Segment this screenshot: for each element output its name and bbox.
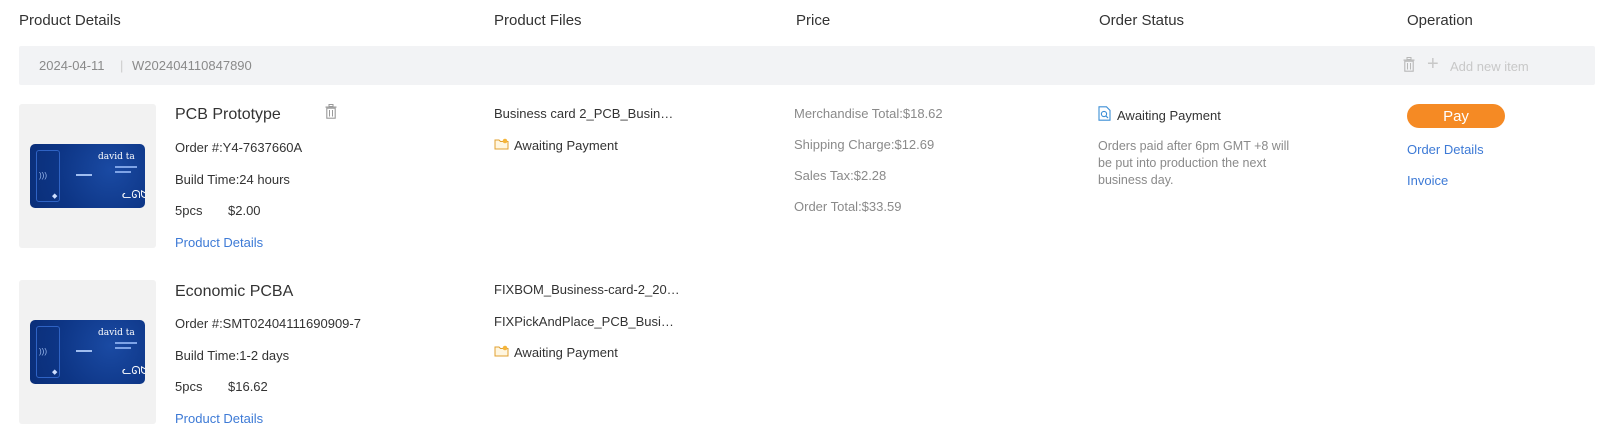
- trash-icon[interactable]: [1403, 57, 1415, 77]
- order-number-text: Order #:Y4-7637660A: [175, 140, 303, 155]
- build-time-text: Build Time:1-2 days: [175, 348, 290, 363]
- logo-icon: ◆: [52, 193, 58, 200]
- product-file-link[interactable]: FIXPickAndPlace_PCB_Busi…: [494, 314, 674, 329]
- sales-tax: Sales Tax:$2.28: [794, 168, 887, 183]
- file-status: Awaiting Payment: [494, 138, 618, 153]
- file-status-label: Awaiting Payment: [514, 138, 618, 153]
- product-thumbnail[interactable]: david ta ))) ◆ ᓚᘏᗢ: [19, 104, 156, 248]
- card-brand-text: david ta: [98, 152, 135, 162]
- card-brand-text: david ta: [98, 328, 135, 338]
- cat-icon: ᓚᘏᗢ: [122, 365, 145, 377]
- order-total: Order Total:$33.59: [794, 199, 902, 214]
- order-number-text: Order #:SMT02404111690909-7: [175, 316, 361, 331]
- quantity-text: 5pcs: [175, 203, 203, 218]
- order-status-label: Awaiting Payment: [1117, 107, 1221, 123]
- order-details-link[interactable]: Order Details: [1407, 142, 1484, 157]
- order-date: 2024-04-11: [39, 58, 105, 73]
- product-file-link[interactable]: FIXBOM_Business-card-2_20…: [494, 282, 680, 297]
- plus-icon[interactable]: +: [1427, 53, 1439, 76]
- invoice-link[interactable]: Invoice: [1407, 173, 1448, 188]
- business-card-image: david ta ))) ◆ ᓚᘏᗢ: [30, 144, 145, 208]
- product-file-link[interactable]: Business card 2_PCB_Busin…: [494, 106, 673, 121]
- nfc-icon: ))): [39, 347, 47, 356]
- header-price: Price: [796, 12, 831, 29]
- unit-price-text: $16.62: [228, 379, 268, 394]
- build-time-text: Build Time:24 hours: [175, 172, 290, 187]
- business-card-image: david ta ))) ◆ ᓚᘏᗢ: [30, 320, 145, 384]
- product-title: Economic PCBA: [175, 283, 294, 300]
- pay-button[interactable]: Pay: [1407, 104, 1505, 128]
- folder-icon: [494, 138, 509, 153]
- shipping-charge: Shipping Charge:$12.69: [794, 137, 935, 152]
- order-status: Awaiting Payment: [1098, 106, 1221, 124]
- file-status: Awaiting Payment: [494, 345, 618, 360]
- header-product-details: Product Details: [19, 12, 121, 29]
- order-number: W202404110847890: [132, 58, 252, 73]
- header-product-files: Product Files: [494, 12, 582, 29]
- product-thumbnail[interactable]: david ta ))) ◆ ᓚᘏᗢ: [19, 280, 156, 424]
- order-bar-separator: |: [120, 58, 124, 73]
- order-header-bar: 2024-04-11 | W202404110847890 + Add new …: [19, 46, 1595, 85]
- header-operation: Operation: [1407, 12, 1473, 29]
- logo-icon: ◆: [52, 369, 58, 376]
- quantity-text: 5pcs: [175, 379, 203, 394]
- merchandise-total: Merchandise Total:$18.62: [794, 106, 943, 121]
- add-new-item-button[interactable]: Add new item: [1450, 59, 1529, 74]
- file-status-label: Awaiting Payment: [514, 345, 618, 360]
- nfc-icon: ))): [39, 171, 47, 180]
- folder-icon: [494, 345, 509, 360]
- order-status-note: Orders paid after 6pm GMT +8 will be put…: [1098, 139, 1290, 187]
- header-order-status: Order Status: [1099, 12, 1185, 29]
- product-details-link[interactable]: Product Details: [175, 235, 263, 250]
- product-details-link[interactable]: Product Details: [175, 411, 263, 426]
- unit-price-text: $2.00: [228, 203, 261, 218]
- product-title: PCB Prototype: [175, 106, 281, 123]
- trash-icon[interactable]: [325, 104, 337, 124]
- cat-icon: ᓚᘏᗢ: [122, 189, 145, 201]
- document-search-icon: [1098, 106, 1111, 124]
